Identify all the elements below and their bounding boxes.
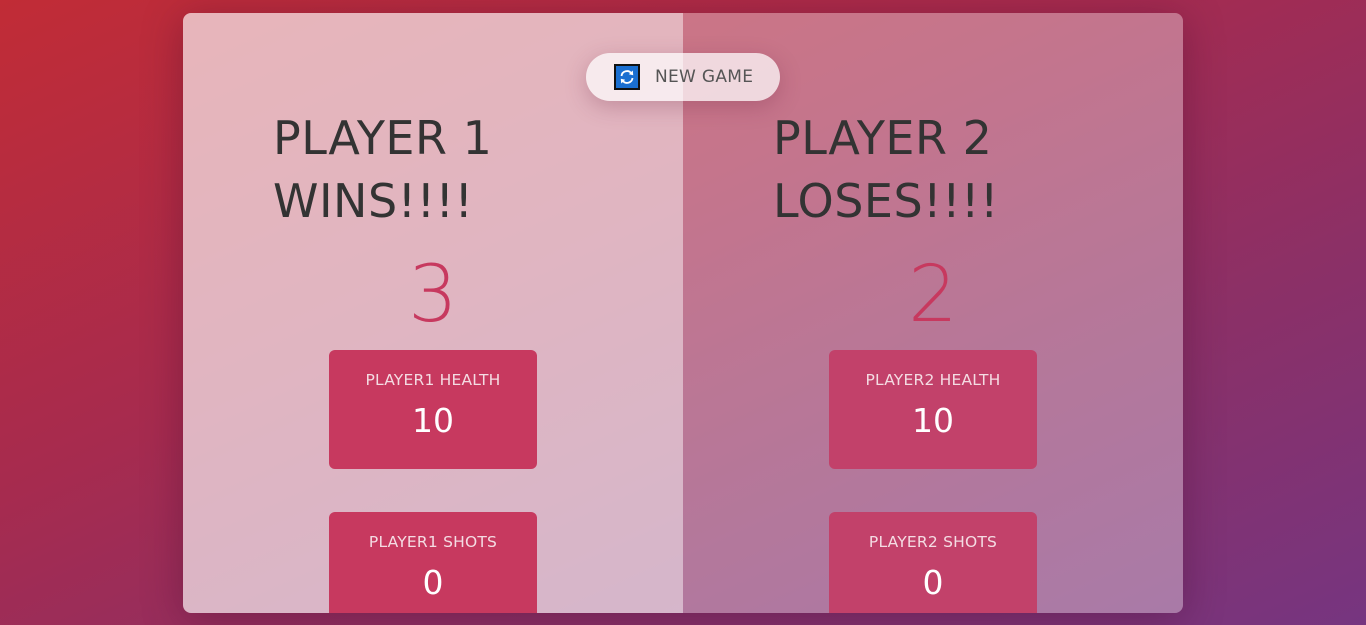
player-1-panel: PLAYER 1 WINS!!!! 3 PLAYER1 HEALTH 10 PL… — [183, 13, 683, 613]
player-1-score: 3 — [408, 250, 458, 340]
player-2-score: 2 — [908, 250, 958, 340]
player-2-shots-box: PLAYER2 SHOTS 0 — [829, 512, 1037, 613]
player-1-shots-box: PLAYER1 SHOTS 0 — [329, 512, 537, 613]
player-1-health-label: PLAYER1 HEALTH — [365, 371, 501, 389]
player-1-health-value: 10 — [412, 401, 454, 440]
new-game-button[interactable]: NEW GAME — [586, 53, 780, 101]
player-1-name: PLAYER 1 WINS!!!! — [273, 107, 492, 233]
player-2-panel: PLAYER 2 LOSES!!!! 2 PLAYER2 HEALTH 10 P… — [683, 13, 1183, 613]
player-2-health-label: PLAYER2 HEALTH — [865, 371, 1001, 389]
player-2-name-line: PLAYER 2 — [773, 111, 993, 165]
player-2-shots-label: PLAYER2 SHOTS — [868, 533, 998, 551]
new-game-label: NEW GAME — [655, 67, 754, 87]
game-board: PLAYER 1 WINS!!!! 3 PLAYER1 HEALTH 10 PL… — [183, 13, 1183, 613]
player-2-result: LOSES!!!! — [773, 174, 999, 228]
player-2-name: PLAYER 2 LOSES!!!! — [773, 107, 999, 233]
player-1-name-line: PLAYER 1 — [273, 111, 493, 165]
player-2-health-value: 10 — [912, 401, 954, 440]
player-1-result: WINS!!!! — [273, 174, 474, 228]
player-1-health-box: PLAYER1 HEALTH 10 — [329, 350, 537, 469]
player-2-shots-value: 0 — [922, 563, 944, 602]
player-1-shots-value: 0 — [422, 563, 444, 602]
player-2-health-box: PLAYER2 HEALTH 10 — [829, 350, 1037, 469]
player-1-shots-label: PLAYER1 SHOTS — [368, 533, 498, 551]
refresh-icon — [614, 64, 640, 90]
